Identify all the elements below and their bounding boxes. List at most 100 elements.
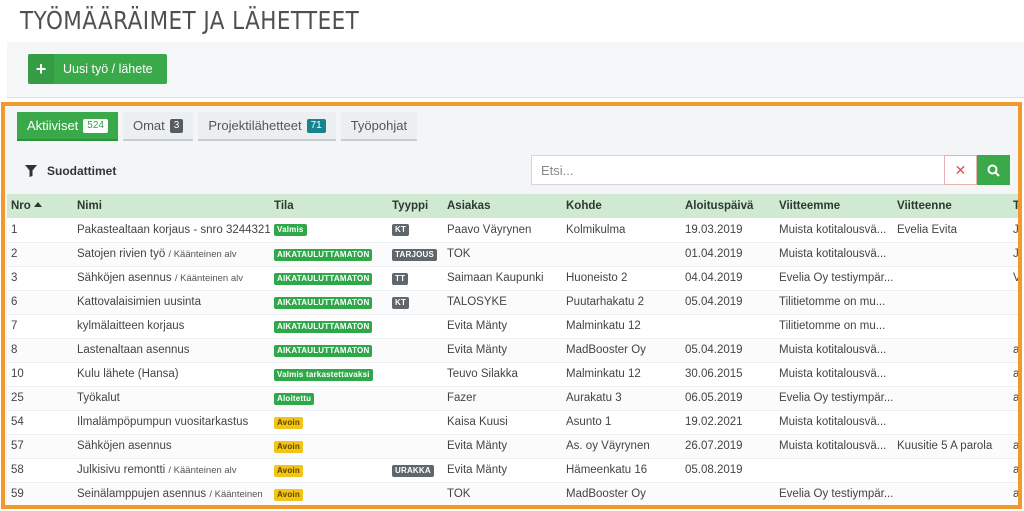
column-header-viitteenne[interactable]: Viitteenne — [893, 194, 1009, 218]
search-button[interactable] — [977, 155, 1010, 185]
cell-tyyppi — [388, 314, 443, 339]
cell-kohde: Malminkatu 12 — [562, 362, 681, 387]
cell-aloituspaiva — [681, 314, 775, 339]
column-header-aloituspaiva[interactable]: Aloituspäivä — [681, 194, 775, 218]
table-row[interactable]: 54 Ilmalämpöpumpun vuositarkastus Avoin Kai… — [7, 410, 1018, 435]
search-input[interactable]: Etsi... — [531, 155, 945, 185]
cell-nimi[interactable]: Kulu lähete (Hansa) — [73, 362, 270, 387]
cell-ty: J — [1009, 218, 1018, 243]
new-job-button[interactable]: + Uusi työ / lähete — [28, 54, 167, 84]
cell-nimi[interactable]: Julkisivu remontti / Käänteinen alv — [73, 458, 270, 483]
job-name: Kulu lähete (Hansa) — [77, 368, 179, 380]
cell-asiakas: Evita Mänty — [443, 338, 562, 363]
job-name: Sähköjen asennus — [77, 440, 172, 452]
cell-tyyppi — [388, 410, 443, 435]
cell-kohde: Huoneisto 2 — [562, 266, 681, 291]
type-badge: URAKKA — [392, 464, 434, 477]
column-header-tila[interactable]: Tila — [270, 194, 388, 218]
cell-asiakas: Teuvo Silakka — [443, 362, 562, 387]
table-header-row: Nro Nimi Tila Tyyppi Asiakas Kohde Aloit… — [7, 194, 1018, 218]
cell-viitteenne — [893, 482, 1009, 505]
table-row[interactable]: 8 Lastenaltaan asennus AIKATAULUTTAMATON Ev… — [7, 338, 1018, 363]
status-badge: Avoin — [274, 416, 303, 429]
table-row[interactable]: 57 Sähköjen asennus Avoin Evita Mänty As. oy… — [7, 434, 1018, 459]
cell-nimi[interactable]: kylmälaitteen korjaus — [73, 314, 270, 339]
cell-nimi[interactable]: Sähköjen asennus — [73, 434, 270, 459]
cell-ty: a — [1009, 482, 1018, 505]
cell-nro: 10 — [7, 362, 73, 387]
cell-viitteenne — [893, 290, 1009, 315]
cell-tyyppi — [388, 362, 443, 387]
new-job-button-label: Uusi työ / lähete — [63, 62, 153, 76]
cell-kohde: Puutarhakatu 2 — [562, 290, 681, 315]
table-row[interactable]: 3 Sähköjen asennus / Käänteinen alv AIKATA… — [7, 266, 1018, 291]
cell-nimi[interactable]: Satojen rivien työ / Käänteinen alv — [73, 242, 270, 267]
cell-nro: 1 — [7, 218, 73, 243]
cell-viitteemme: Evelia Oy testiympär... — [775, 482, 893, 505]
cell-nimi[interactable]: Seinälamppujen asennus / Käänteinen — [73, 482, 270, 505]
cell-tila: Valmis — [270, 218, 388, 243]
table-row[interactable]: 1 Pakastealtaan korjaus - snro 3244321 Val… — [7, 218, 1018, 243]
tab-tyopohjat[interactable]: Työpohjat — [340, 112, 418, 141]
clear-search-button[interactable]: ✕ — [944, 155, 977, 185]
cell-nimi[interactable]: Työkalut — [73, 386, 270, 411]
table-row[interactable]: 7 kylmälaitteen korjaus AIKATAULUTTAMATON E… — [7, 314, 1018, 339]
cell-nro: 57 — [7, 434, 73, 459]
cell-nro: 59 — [7, 482, 73, 505]
table-row[interactable]: 10 Kulu lähete (Hansa) Valmis tarkastettav… — [7, 362, 1018, 387]
cell-kohde: Asunto 1 — [562, 410, 681, 435]
column-header-ty[interactable]: Ty — [1009, 194, 1018, 218]
table-row[interactable]: 25 Työkalut Aloitettu Fazer Aurakatu 3 06.05.… — [7, 386, 1018, 411]
cell-viitteenne — [893, 338, 1009, 363]
type-badge: KT — [392, 224, 410, 237]
cell-tila: Avoin — [270, 434, 388, 459]
job-name: kylmälaitteen korjaus — [77, 320, 185, 332]
cell-nimi[interactable]: Ilmalämpöpumpun vuositarkastus — [73, 410, 270, 435]
cell-nro: 54 — [7, 410, 73, 435]
cell-nimi[interactable]: Lastenaltaan asennus — [73, 338, 270, 363]
cell-nro: 8 — [7, 338, 73, 363]
column-header-asiakas[interactable]: Asiakas — [443, 194, 562, 218]
cell-nro: 25 — [7, 386, 73, 411]
column-header-nro[interactable]: Nro — [7, 194, 73, 218]
filters-toggle[interactable]: Suodattimet — [25, 164, 116, 178]
cell-tyyppi: TT — [388, 266, 443, 291]
status-badge: AIKATAULUTTAMATON — [274, 272, 373, 285]
cell-viitteemme: Evelia Oy testiympär... — [775, 386, 893, 411]
status-badge: Avoin — [274, 440, 303, 453]
cell-nimi[interactable]: Pakastealtaan korjaus - snro 3244321 — [73, 218, 270, 243]
tab-label: Projektilähetteet — [208, 118, 302, 133]
cell-nimi[interactable]: Kattovalaisimien uusinta — [73, 290, 270, 315]
column-header-viitteemme[interactable]: Viitteemme — [775, 194, 893, 218]
cell-viitteenne: Kuusitie 5 A parola — [893, 434, 1009, 459]
cell-asiakas: Paavo Väyrynen — [443, 218, 562, 243]
status-badge: Avoin — [274, 488, 303, 501]
table-row[interactable]: 58 Julkisivu remontti / Käänteinen alv Avo… — [7, 458, 1018, 483]
cell-kohde: Aurakatu 3 — [562, 386, 681, 411]
type-badge: TARJOUS — [392, 248, 438, 261]
cell-asiakas: Evita Mänty — [443, 314, 562, 339]
jobs-table: Nro Nimi Tila Tyyppi Asiakas Kohde Aloit… — [7, 194, 1018, 505]
cell-nimi[interactable]: Sähköjen asennus / Käänteinen alv — [73, 266, 270, 291]
cell-viitteemme: Tilitietomme on mu... — [775, 314, 893, 339]
column-header-kohde[interactable]: Kohde — [562, 194, 681, 218]
table-row[interactable]: 6 Kattovalaisimien uusinta AIKATAULUTTAMAT… — [7, 290, 1018, 315]
status-badge: Valmis tarkastettavaksi — [274, 368, 373, 381]
column-header-nimi[interactable]: Nimi — [73, 194, 270, 218]
tab-aktiiviset[interactable]: Aktiiviset 524 — [17, 112, 118, 141]
cell-aloituspaiva: 05.04.2019 — [681, 338, 775, 363]
cell-viitteemme: Muista kotitalousvä... — [775, 218, 893, 243]
tab-label: Aktiiviset — [27, 118, 79, 133]
table-row[interactable]: 59 Seinälamppujen asennus / Käänteinen Avo… — [7, 482, 1018, 505]
tab-projektilahetteet[interactable]: Projektilähetteet 71 — [198, 112, 336, 141]
tab-count-badge: 3 — [169, 118, 184, 133]
tab-omat[interactable]: Omat 3 — [122, 112, 194, 141]
cell-aloituspaiva — [681, 482, 775, 505]
cell-aloituspaiva: 05.08.2019 — [681, 458, 775, 483]
cell-viitteemme: Tilitietomme on mu... — [775, 290, 893, 315]
column-header-tyyppi[interactable]: Tyyppi — [388, 194, 443, 218]
cell-viitteemme: Evelia Oy testiympär... — [775, 266, 893, 291]
table-row[interactable]: 2 Satojen rivien työ / Käänteinen alv AIKA… — [7, 242, 1018, 267]
cell-tyyppi — [388, 434, 443, 459]
cell-ty — [1009, 314, 1018, 339]
